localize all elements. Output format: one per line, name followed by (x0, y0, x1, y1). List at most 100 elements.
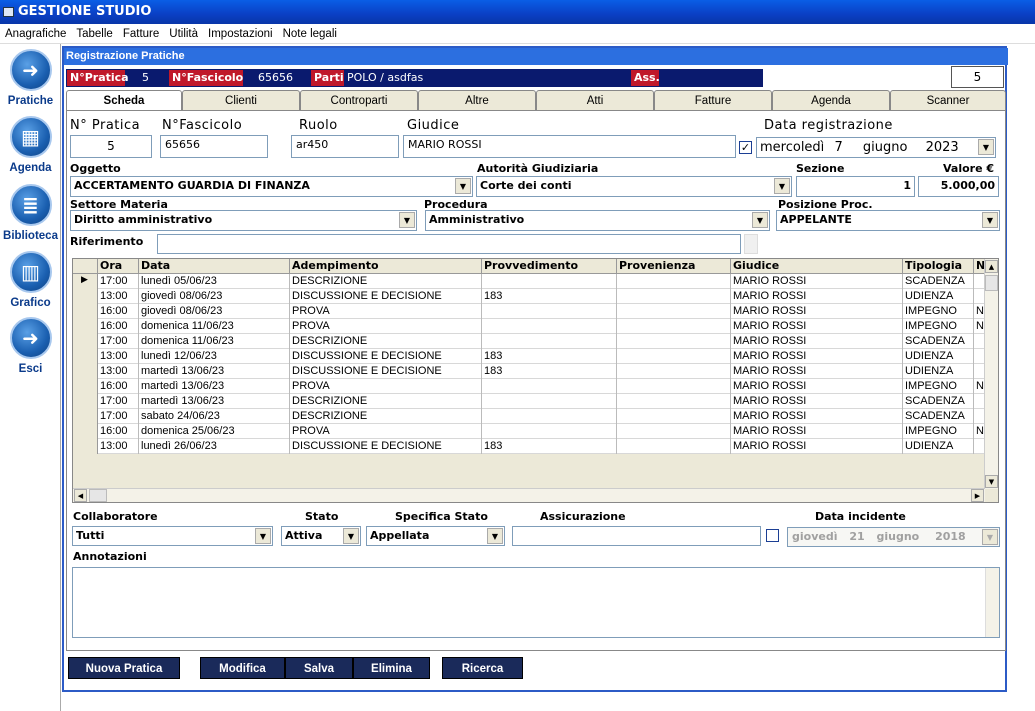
nav-grafico[interactable]: ▥ Grafico (2, 251, 59, 309)
oggetto-select[interactable]: ACCERTAMENTO GUARDIA DI FINANZA ▼ (70, 176, 473, 197)
scroll-down-icon[interactable]: ▼ (985, 475, 998, 488)
col-ora[interactable]: Ora (98, 259, 139, 274)
menu-note-legali[interactable]: Note legali (278, 24, 342, 44)
chevron-down-icon[interactable]: ▼ (774, 178, 790, 194)
chevron-down-icon[interactable]: ▼ (487, 528, 503, 544)
table-row[interactable]: 17:00 sabato 24/06/23 DESCRIZIONE MARIO ROS… (73, 409, 985, 424)
data-incidente-picker[interactable]: giovedì 21 giugno 2018 ▼ (787, 527, 1000, 547)
assicurazione-field[interactable] (512, 526, 761, 546)
col-provenienza[interactable]: Provenienza (617, 259, 731, 274)
tab-clienti[interactable]: Clienti (182, 90, 300, 111)
salva-button[interactable]: Salva (285, 657, 353, 679)
menu-tabelle[interactable]: Tabelle (71, 24, 117, 44)
elimina-button[interactable]: Elimina (353, 657, 430, 679)
col-adempimento[interactable]: Adempimento (290, 259, 482, 274)
row-selector[interactable] (73, 334, 98, 349)
cell-tipologia: UDIENZA (903, 349, 974, 364)
settore-select[interactable]: Diritto amministrativo ▼ (70, 210, 417, 231)
valore-field[interactable]: 5.000,00 (918, 176, 999, 197)
row-selector[interactable] (73, 439, 98, 454)
row-selector[interactable]: ▶ (73, 274, 98, 289)
chevron-down-icon[interactable]: ▼ (978, 139, 994, 155)
sezione-field[interactable]: 1 (796, 176, 915, 197)
chevron-down-icon[interactable]: ▼ (982, 212, 998, 228)
tab-atti[interactable]: Atti (536, 90, 654, 111)
nav-pratiche[interactable]: ➜ Pratiche (2, 49, 59, 107)
chevron-down-icon[interactable]: ▼ (982, 529, 998, 545)
n-fascicolo-field[interactable]: 65656 (160, 135, 268, 158)
tab-controparti[interactable]: Controparti (300, 90, 418, 111)
menu-utilita[interactable]: Utilità (164, 24, 203, 44)
row-selector[interactable] (73, 304, 98, 319)
col-tipologia[interactable]: Tipologia (903, 259, 974, 274)
table-row[interactable]: 16:00 giovedì 08/06/23 PROVA MARIO ROSSI IMP… (73, 304, 985, 319)
riferimento-label: Riferimento (70, 235, 144, 248)
nav-agenda[interactable]: ▦ Agenda (2, 116, 59, 174)
table-row[interactable]: 13:00 martedì 13/06/23 DISCUSSIONE E DECI… (73, 364, 985, 379)
annotazioni-textarea[interactable] (72, 567, 1000, 638)
table-row[interactable]: 16:00 martedì 13/06/23 PROVA MARIO ROSSI IMP… (73, 379, 985, 394)
table-row[interactable]: 13:00 giovedì 08/06/23 DISCUSSIONE E DECI… (73, 289, 985, 304)
specifica-stato-select[interactable]: Appellata ▼ (366, 526, 505, 546)
chevron-down-icon[interactable]: ▼ (399, 212, 415, 228)
grid-vertical-scrollbar[interactable]: ▲ ▼ (984, 259, 998, 489)
ruolo-field[interactable]: ar450 (291, 135, 399, 158)
scroll-up-icon[interactable]: ▲ (985, 260, 998, 273)
chevron-down-icon[interactable]: ▼ (255, 528, 271, 544)
table-row[interactable]: 17:00 martedì 13/06/23 DESCRIZIONE MARIO RO… (73, 394, 985, 409)
tab-altre[interactable]: Altre (418, 90, 536, 111)
table-row[interactable]: 17:00 domenica 11/06/23 DESCRIZIONE MARIO R… (73, 334, 985, 349)
nav-biblioteca[interactable]: ≣ Biblioteca (2, 184, 59, 242)
chevron-down-icon[interactable]: ▼ (343, 528, 359, 544)
row-selector[interactable] (73, 364, 98, 379)
col-data[interactable]: Data (139, 259, 290, 274)
chevron-down-icon[interactable]: ▼ (455, 178, 471, 194)
row-selector[interactable] (73, 394, 98, 409)
row-selector[interactable] (73, 289, 98, 304)
tab-fatture[interactable]: Fatture (654, 90, 772, 111)
table-row[interactable]: 13:00 lunedì 26/06/23 DISCUSSIONE E DECIS… (73, 439, 985, 454)
giudice-field[interactable]: MARIO ROSSI (403, 135, 736, 158)
chevron-down-icon[interactable]: ▼ (752, 212, 768, 228)
menu-impostazioni[interactable]: Impostazioni (203, 24, 278, 44)
nuova-pratica-button[interactable]: Nuova Pratica (68, 657, 180, 679)
notes-scrollbar[interactable] (985, 568, 999, 637)
row-selector[interactable] (73, 424, 98, 439)
table-row[interactable]: ▶ 17:00 lunedì 05/06/23 DESCRIZIONE MARIO RO… (73, 274, 985, 289)
row-selector[interactable] (73, 409, 98, 424)
cell-provvedimento: 183 (482, 364, 617, 379)
tab-scheda[interactable]: Scheda (66, 90, 182, 112)
tab-scanner[interactable]: Scanner (890, 90, 1006, 111)
hscroll-thumb[interactable] (89, 489, 107, 502)
autorita-select[interactable]: Corte dei conti ▼ (476, 176, 792, 197)
tab-strip: Scheda Clienti Controparti Altre Atti Fa… (66, 90, 1006, 112)
modifica-button[interactable]: Modifica (200, 657, 285, 679)
posizione-select[interactable]: APPELANTE ▼ (776, 210, 1000, 231)
menu-anagrafiche[interactable]: Anagrafiche (0, 24, 71, 44)
stato-select[interactable]: Attiva ▼ (281, 526, 361, 546)
row-selector[interactable] (73, 379, 98, 394)
grid-horizontal-scrollbar[interactable]: ◀ ▶ (73, 488, 985, 502)
col-provvedimento[interactable]: Provvedimento (482, 259, 617, 274)
collaboratore-select[interactable]: Tutti ▼ (72, 526, 273, 546)
incidente-checkbox[interactable] (766, 529, 779, 542)
table-row[interactable]: 16:00 domenica 25/06/23 PROVA MARIO ROSSI IM… (73, 424, 985, 439)
riferimento-field[interactable] (157, 234, 741, 254)
data-registrazione-picker[interactable]: mercoledì 7 giugno 2023 ▼ (756, 137, 996, 158)
ricerca-button[interactable]: Ricerca (442, 657, 523, 679)
procedura-select[interactable]: Amministrativo ▼ (425, 210, 770, 231)
tab-agenda[interactable]: Agenda (772, 90, 890, 111)
scroll-left-icon[interactable]: ◀ (74, 489, 87, 502)
table-row[interactable]: 16:00 domenica 11/06/23 PROVA MARIO ROSSI IM… (73, 319, 985, 334)
n-pratica-field[interactable]: 5 (70, 135, 152, 158)
col-giudice[interactable]: Giudice (731, 259, 903, 274)
table-row[interactable]: 13:00 lunedì 12/06/23 DISCUSSIONE E DECIS… (73, 349, 985, 364)
row-selector[interactable] (73, 349, 98, 364)
riferimento-spinner[interactable] (744, 234, 758, 254)
nav-esci[interactable]: ➜ Esci (2, 317, 59, 375)
scroll-right-icon[interactable]: ▶ (971, 489, 984, 502)
menu-fatture[interactable]: Fatture (118, 24, 164, 44)
registration-checkbox[interactable]: ✓ (739, 141, 752, 154)
row-selector[interactable] (73, 319, 98, 334)
scroll-thumb[interactable] (985, 275, 998, 291)
